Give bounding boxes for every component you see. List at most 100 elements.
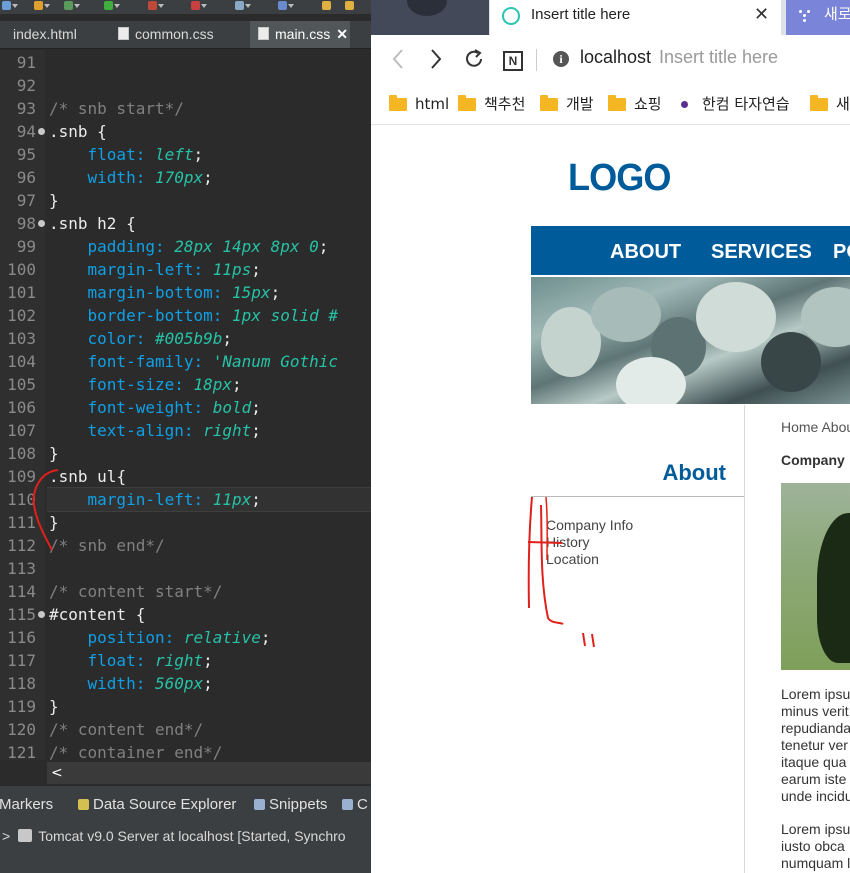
close-icon[interactable]: ✕	[336, 26, 348, 42]
code-token: {	[116, 214, 136, 233]
line-number: 121	[7, 743, 36, 762]
reload-button[interactable]	[460, 45, 488, 73]
scroll-left-icon[interactable]: <	[51, 762, 63, 784]
tab-thumbnail	[407, 0, 447, 16]
fold-icon[interactable]	[38, 128, 45, 135]
line-number: 99	[16, 237, 36, 256]
toolbar-button[interactable]	[146, 0, 168, 12]
toolbar-button[interactable]	[0, 0, 22, 12]
toolbar-button[interactable]	[189, 0, 211, 12]
tab-markers[interactable]: Markers	[0, 796, 53, 813]
chevron-right-icon[interactable]: >	[2, 828, 10, 844]
code-token: ;	[260, 628, 271, 647]
code-line[interactable]: .snb ul{	[49, 465, 126, 488]
code-line[interactable]: .snb h2 {	[49, 212, 136, 235]
code-line[interactable]: position: relative;	[49, 626, 271, 649]
code-token: 'Nanum Gothic	[212, 352, 338, 371]
tab-common-css[interactable]: common.css	[105, 21, 250, 48]
code-line[interactable]: /* content end*/	[49, 718, 203, 741]
close-icon[interactable]: ✕	[754, 0, 769, 30]
code-line[interactable]: /* snb start*/	[49, 97, 184, 120]
code-token: 18px	[193, 375, 233, 394]
code-line[interactable]: padding: 28px 14px 8px 0;	[49, 235, 329, 258]
horizontal-scrollbar[interactable]: <	[47, 762, 371, 784]
code-line[interactable]: margin-left: 11ps;	[49, 258, 261, 281]
code-editor[interactable]: /* snb start*/ .snb { float: left; width:…	[49, 50, 371, 760]
code-token: ;	[222, 329, 233, 348]
back-button[interactable]	[385, 45, 413, 73]
line-number: 117	[7, 651, 36, 670]
code-token: 560px	[154, 674, 204, 693]
code-token: ;	[251, 260, 261, 279]
fold-icon[interactable]	[38, 220, 45, 227]
bookmark-shopping[interactable]: 쇼핑	[608, 86, 662, 122]
web-page: LOGO ABOUT SERVICES PO About Company Inf…	[371, 125, 850, 873]
nav-item-about[interactable]: ABOUT	[610, 226, 681, 278]
sidebar-item-location[interactable]: Location	[546, 551, 633, 568]
bookmark-typing[interactable]: 한컴 타자연습	[677, 86, 790, 122]
browser-tab-previous[interactable]	[371, 0, 489, 35]
nav-item-portfolio[interactable]: PO	[833, 226, 850, 278]
address-bar-title[interactable]: Insert title here	[659, 47, 778, 68]
code-token: ;	[193, 145, 204, 164]
bookmark-new[interactable]: 새	[810, 86, 850, 122]
code-line[interactable]: width: 560px;	[49, 672, 213, 695]
code-line[interactable]: }	[49, 695, 59, 718]
toolbar-button[interactable]	[32, 0, 54, 12]
info-icon[interactable]: i	[553, 51, 569, 67]
code-token: 11px	[212, 490, 252, 509]
address-bar-host[interactable]: localhost	[580, 47, 651, 68]
code-line[interactable]: /* content start*/	[49, 580, 222, 603]
tab-snippets[interactable]: Snippets	[254, 796, 327, 813]
sidebar-item-history[interactable]: History	[546, 534, 633, 551]
content-paragraph: Lorem ipsu minus verit repudianda tenetu…	[781, 686, 850, 804]
code-line[interactable]: /* snb end*/	[49, 534, 165, 557]
bookmark-dev[interactable]: 개발	[540, 86, 594, 122]
code-token: }	[49, 513, 59, 532]
tab-index-html[interactable]: index.html	[0, 21, 105, 48]
browser-tab-active[interactable]: Insert title here ✕	[490, 0, 781, 35]
code-line[interactable]: text-align: right;	[49, 419, 261, 442]
server-row[interactable]: > Tomcat v9.0 Server at localhost [Starte…	[0, 823, 371, 849]
nav-item-services[interactable]: SERVICES	[711, 226, 812, 278]
folder-icon	[458, 95, 476, 111]
code-line[interactable]: margin-bottom: 15px;	[49, 281, 281, 304]
sidebar-item-company-info[interactable]: Company Info	[546, 517, 633, 534]
code-line[interactable]: color: #005b9b;	[49, 327, 233, 350]
line-number: 98	[16, 214, 36, 233]
code-line[interactable]: float: left;	[49, 143, 204, 166]
tab-console[interactable]: C	[342, 796, 368, 813]
code-line[interactable]: border-bottom: 1px solid #	[49, 304, 338, 327]
bookmark-book[interactable]: 책추천	[458, 86, 525, 122]
toolbar-button[interactable]	[62, 0, 84, 12]
code-line[interactable]: width: 170px;	[49, 166, 213, 189]
tab-data-source-explorer[interactable]: Data Source Explorer	[78, 796, 236, 813]
code-line[interactable]: #content {	[49, 603, 145, 626]
code-line[interactable]: font-family: 'Nanum Gothic	[49, 350, 338, 373]
toolbar-button[interactable]	[276, 0, 298, 12]
extension-button[interactable]: N	[499, 45, 527, 73]
forward-button[interactable]	[422, 45, 450, 73]
code-line[interactable]: margin-left: 11px;	[49, 488, 261, 511]
code-line[interactable]: }	[49, 511, 59, 534]
code-line[interactable]: font-size: 18px;	[49, 373, 242, 396]
fold-icon[interactable]	[38, 611, 45, 618]
line-number: 107	[7, 421, 36, 440]
toolbar-button[interactable]	[233, 0, 255, 12]
code-line[interactable]: }	[49, 189, 59, 212]
tab-main-css[interactable]: main.css ✕	[250, 21, 350, 48]
code-line[interactable]: }	[49, 442, 59, 465]
code-line[interactable]: font-weight: bold;	[49, 396, 261, 419]
code-token: 11ps	[212, 260, 252, 279]
run-button[interactable]	[102, 0, 124, 12]
toolbar-button[interactable]	[343, 0, 365, 12]
bookmark-html[interactable]: html	[389, 86, 449, 122]
site-logo[interactable]: LOGO	[568, 157, 671, 200]
snippets-tab-label: Snippets	[269, 796, 328, 813]
code-line[interactable]: float: right;	[49, 649, 213, 672]
browser-tab-next[interactable]: 새로	[786, 0, 850, 35]
code-line[interactable]: .snb {	[49, 120, 107, 143]
toolbar-button[interactable]	[320, 0, 342, 12]
line-number: 97	[16, 191, 36, 210]
code-line[interactable]: /* container end*/	[49, 741, 222, 760]
